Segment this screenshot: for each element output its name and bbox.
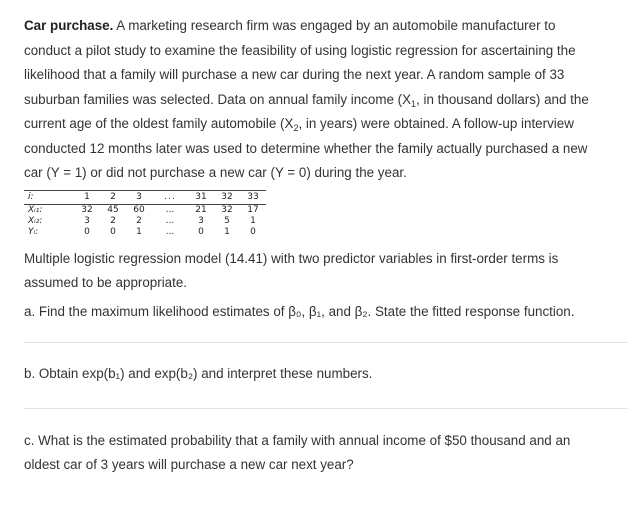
question-c-line-1: c. What is the estimated probability tha… xyxy=(24,432,571,448)
intro-line-6: conducted 12 months later was used to de… xyxy=(24,140,588,156)
table-cell: 17 xyxy=(247,204,259,215)
table-cell: 0 xyxy=(84,226,90,237)
intro-line-7: car (Y = 1) or did not purchase a new ca… xyxy=(24,165,407,180)
table-cell: 0 xyxy=(250,226,256,237)
row-label: Xᵢ₁: xyxy=(28,204,43,215)
table-cell: 2 xyxy=(136,215,142,226)
data-table: i: 1 2 3 ... 31 32 33 Xᵢ₁: 32 45 60 ... … xyxy=(24,189,266,241)
table-cell: 5 xyxy=(224,215,230,226)
table-cell: 45 xyxy=(107,204,119,215)
intro-line-5-tail: , in years) were obtained. A follow-up i… xyxy=(298,116,574,131)
intro-line-5: current age of the oldest family automob… xyxy=(24,116,294,131)
table-header-cell: 31 xyxy=(188,189,214,205)
table-cell: ... xyxy=(165,226,175,237)
table-header-cell: 33 xyxy=(240,189,266,205)
table-row: Xᵢ₁: 32 45 60 ... 21 32 17 xyxy=(24,204,266,216)
table-cell: 60 xyxy=(133,204,145,215)
table-cell: 32 xyxy=(221,204,233,215)
model-text-line-2: assumed to be appropriate. xyxy=(24,275,188,290)
table-cell: 32 xyxy=(81,204,93,215)
row-label: Xᵢ₂: xyxy=(28,215,43,226)
divider xyxy=(24,341,628,343)
row-label: Yᵢ: xyxy=(28,226,39,237)
model-statement: Multiple logistic regression model (14.4… xyxy=(24,247,618,296)
divider xyxy=(24,407,628,409)
table-cell: ... xyxy=(165,204,175,215)
table-row: Xᵢ₂: 3 2 2 ... 3 5 1 xyxy=(24,216,266,227)
table-cell: 1 xyxy=(250,215,256,226)
problem-content: Car purchase. A marketing research firm … xyxy=(24,14,628,477)
table-cell: 0 xyxy=(198,226,204,237)
table-cell: 21 xyxy=(195,204,207,215)
table-header-label: i: xyxy=(24,189,74,205)
intro-line-4: suburban families was selected. Data on … xyxy=(24,91,412,107)
problem-intro: Car purchase. A marketing research firm … xyxy=(24,14,618,186)
intro-line-1: A marketing research firm was engaged by… xyxy=(113,18,556,33)
intro-line-2: conduct a pilot study to examine the fea… xyxy=(24,42,576,58)
table-cell: 2 xyxy=(110,215,116,226)
question-c: c. What is the estimated probability tha… xyxy=(24,429,618,477)
intro-line-4-tail: , in thousand dollars) and the xyxy=(416,91,589,107)
table-header-cell: ... xyxy=(152,189,188,205)
table-header-cell: 3 xyxy=(126,189,152,205)
table-header-cell: 32 xyxy=(214,189,240,205)
table-cell: ... xyxy=(165,215,175,226)
table-row: Yᵢ: 0 0 1 ... 0 1 0 xyxy=(24,227,266,241)
table-cell: 1 xyxy=(224,226,230,237)
question-b: b. Obtain exp(b₁) and exp(b₂) and interp… xyxy=(24,365,373,381)
table-header-cell: 1 xyxy=(74,189,100,205)
intro-line-3: likelihood that a family will purchase a… xyxy=(24,67,565,82)
table-header-cell: 2 xyxy=(100,189,126,205)
question-a: a. Find the maximum likelihood estimates… xyxy=(24,303,575,319)
table-cell: 3 xyxy=(84,215,90,226)
table-cell: 0 xyxy=(110,226,116,237)
question-c-line-2: oldest car of 3 years will purchase a ne… xyxy=(24,456,354,472)
table-header-row: i: 1 2 3 ... 31 32 33 xyxy=(24,189,266,205)
problem-title: Car purchase. xyxy=(24,18,114,33)
table-cell: 3 xyxy=(198,215,204,226)
model-text-line-1: Multiple logistic regression model (14.4… xyxy=(24,250,559,266)
table-cell: 1 xyxy=(136,226,142,237)
